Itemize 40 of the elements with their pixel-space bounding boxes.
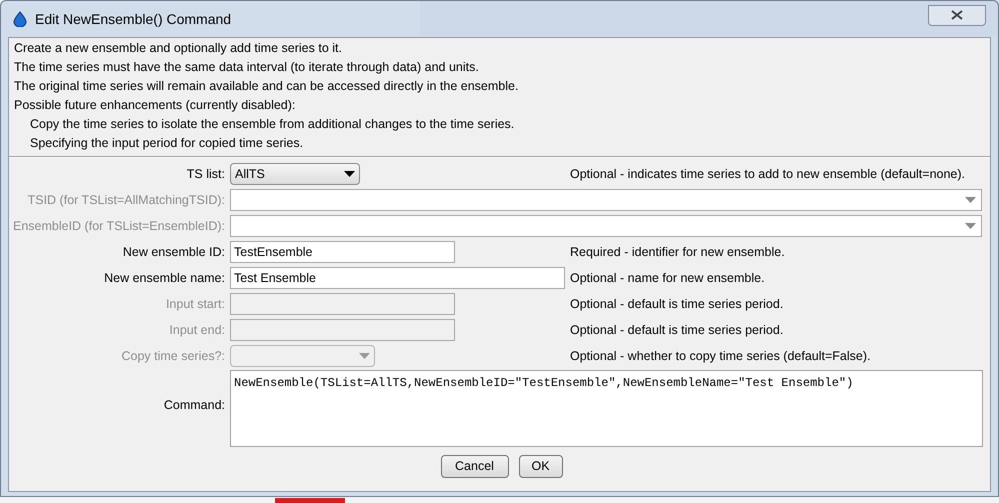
field-label: Input end: [168,322,226,339]
dropdown[interactable]: AllTS [230,163,360,185]
description-line: The original time series will remain available and can be accessed directly in the ensemble. [14,78,520,95]
description-line: The time series must have the same data interval (to iterate through data) and units. [14,59,480,76]
dropdown-arrow-icon [965,197,976,203]
field-note: Optional - indicates time series to add to new ensemble (default=none). [569,166,966,183]
text-field[interactable] [230,319,455,341]
field-note: Optional - name for new ensemble. [569,270,765,287]
field-note: Optional - default is time series period. [569,322,784,339]
description-line: Possible future enhancements (currently disabled): [14,97,296,114]
field-label: New ensemble ID: [122,244,226,261]
field-label: Input start: [164,296,226,313]
text-field[interactable] [230,293,455,315]
command-text-area[interactable]: NewEnsemble(TSList=AllTS,NewEnsembleID="TestEnsemble",NewEnsembleName="Test Ensemble") [230,370,983,447]
field-label: TSID (for TSList=AllMatchingTSID): [26,192,226,209]
field-note: Optional - default is time series period. [569,296,784,313]
description-line: Specifying the input period for copied time series. [29,135,304,152]
close-icon [951,10,963,20]
description-line: Copy the time series to isolate the ensemble from additional changes to the time series. [29,116,516,133]
field-label: TS list: [186,166,226,183]
droplet-icon [13,11,27,27]
combo-box[interactable] [230,215,982,237]
window-title: Edit NewEnsemble() Command [35,10,232,29]
text-field[interactable]: Test Ensemble [230,267,565,289]
dialog-button[interactable]: Cancel [440,455,508,478]
dropdown-arrow-icon [965,223,976,229]
dropdown-arrow-icon [344,171,355,177]
field-note: Required - identifier for new ensemble. [569,244,785,261]
field-label: Command: [162,397,226,414]
dropdown-arrow-icon [359,353,370,359]
field-label: Copy time series?: [120,348,226,365]
combo-box[interactable] [230,189,982,211]
dialog-button[interactable]: OK [518,455,562,478]
field-label: New ensemble name: [103,270,226,287]
close-button[interactable] [928,4,986,26]
dropdown[interactable] [230,345,375,367]
field-note: Optional - whether to copy time series (default=False). [569,348,870,365]
field-label: EnsembleID (for TSList=EnsembleID): [12,218,226,235]
text-field[interactable]: TestEnsemble [230,241,455,263]
description-line: Create a new ensemble and optionally add time series to it. [14,40,343,57]
